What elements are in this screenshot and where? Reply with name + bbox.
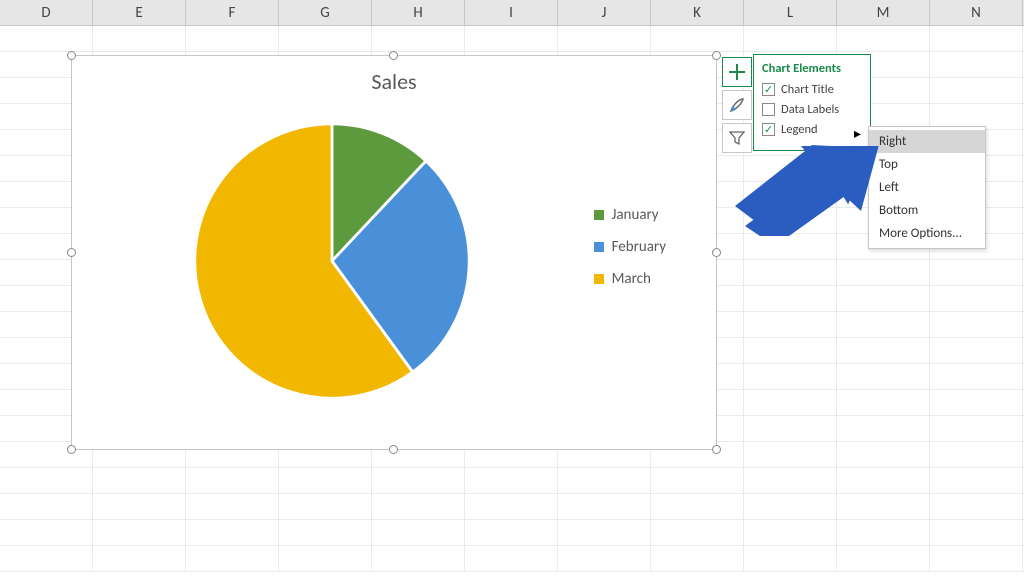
col-head[interactable]: H [372, 0, 465, 25]
legend-item[interactable]: February [594, 238, 666, 256]
resize-handle[interactable] [712, 445, 721, 454]
legend-item[interactable]: January [594, 206, 666, 224]
pie-chart[interactable] [192, 121, 472, 401]
col-head[interactable]: N [930, 0, 1023, 25]
column-headers: D E F G H I J K L M N [0, 0, 1024, 26]
plus-icon [728, 63, 746, 81]
chart-frame[interactable]: Sales January February March [71, 55, 717, 450]
chart-side-tools [722, 57, 754, 156]
option-data-labels[interactable]: Data Labels [762, 102, 862, 117]
legend-label: January [612, 206, 659, 224]
col-head[interactable]: M [837, 0, 930, 25]
resize-handle[interactable] [712, 51, 721, 60]
checkbox-icon: ✓ [762, 123, 775, 136]
menu-item-bottom[interactable]: Bottom [869, 199, 985, 222]
option-label: Chart Title [781, 82, 834, 97]
legend-position-menu[interactable]: Right Top Left Bottom More Options... [868, 126, 986, 249]
option-legend[interactable]: ✓ Legend [762, 122, 862, 137]
cursor-icon: ▸ [854, 125, 861, 142]
col-head[interactable]: L [744, 0, 837, 25]
spreadsheet-grid[interactable]: for (let r=0;r<21;r++){ document.write('… [0, 26, 1024, 576]
legend-label: February [612, 238, 666, 256]
chart-filters-button[interactable] [722, 123, 752, 153]
col-head[interactable]: I [465, 0, 558, 25]
legend-swatch [594, 210, 604, 220]
panel-title: Chart Elements [762, 61, 862, 76]
resize-handle[interactable] [389, 51, 398, 60]
option-chart-title[interactable]: ✓ Chart Title [762, 82, 862, 97]
resize-handle[interactable] [389, 445, 398, 454]
menu-item-top[interactable]: Top [869, 153, 985, 176]
option-label: Legend [781, 122, 818, 137]
col-head[interactable]: E [93, 0, 186, 25]
menu-item-more-options[interactable]: More Options... [869, 222, 985, 245]
menu-item-left[interactable]: Left [869, 176, 985, 199]
col-head[interactable]: F [186, 0, 279, 25]
legend-label: March [612, 270, 651, 288]
checkbox-icon: ✓ [762, 83, 775, 96]
resize-handle[interactable] [67, 248, 76, 257]
resize-handle[interactable] [67, 51, 76, 60]
chart-styles-button[interactable] [722, 90, 752, 120]
col-head[interactable]: K [651, 0, 744, 25]
funnel-icon [729, 130, 745, 146]
col-head[interactable]: G [279, 0, 372, 25]
brush-icon [728, 96, 746, 114]
chart-legend[interactable]: January February March [594, 206, 666, 302]
legend-item[interactable]: March [594, 270, 666, 288]
legend-swatch [594, 242, 604, 252]
resize-handle[interactable] [712, 248, 721, 257]
chart-title[interactable]: Sales [72, 68, 716, 95]
resize-handle[interactable] [67, 445, 76, 454]
chart-elements-button[interactable] [722, 57, 752, 87]
col-head[interactable]: J [558, 0, 651, 25]
legend-swatch [594, 274, 604, 284]
col-head[interactable]: D [0, 0, 93, 25]
menu-item-right[interactable]: Right [869, 130, 985, 153]
checkbox-icon [762, 103, 775, 116]
option-label: Data Labels [781, 102, 839, 117]
